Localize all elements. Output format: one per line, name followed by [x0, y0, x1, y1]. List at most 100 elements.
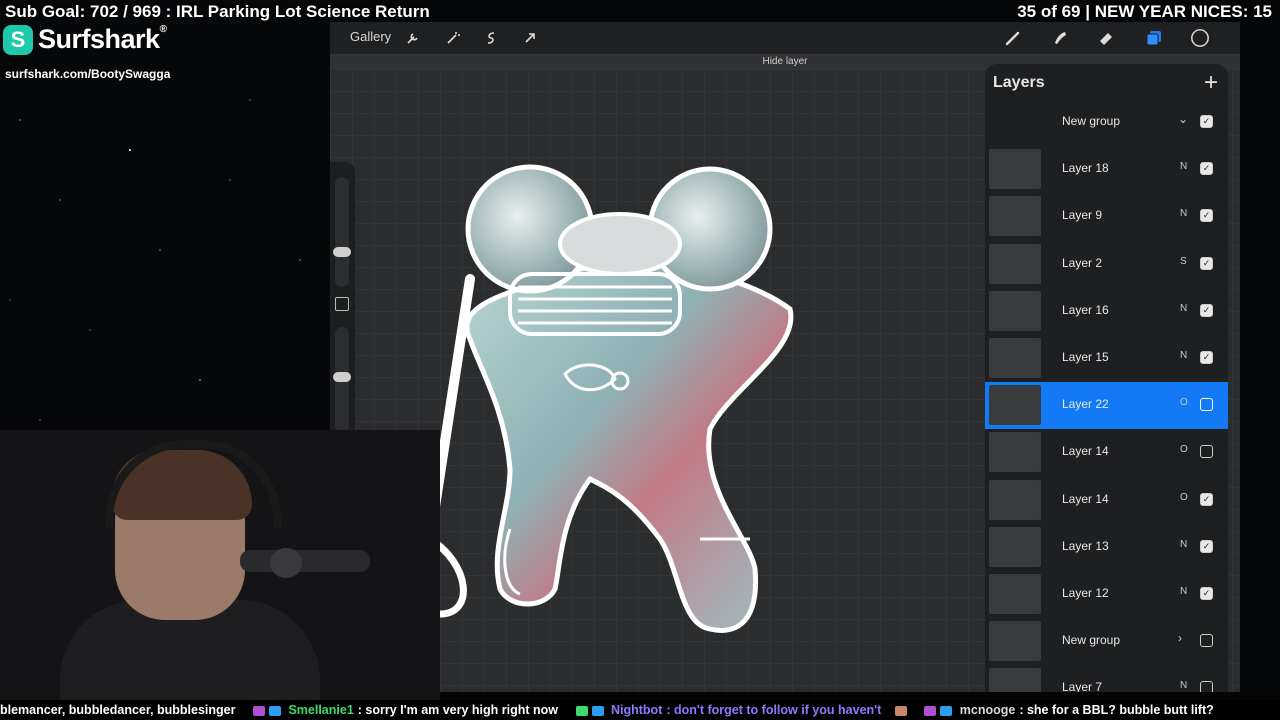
- layer-row[interactable]: Layer 15 N ✓: [985, 335, 1228, 382]
- layer-thumbnail[interactable]: [989, 432, 1041, 473]
- layer-thumbnail[interactable]: [989, 479, 1041, 520]
- layer-group-row[interactable]: New group ›: [985, 618, 1228, 665]
- eraser-icon[interactable]: [1096, 28, 1116, 48]
- layer-visibility-checkbox[interactable]: [1200, 634, 1213, 648]
- brush-size-slider[interactable]: [333, 177, 351, 287]
- add-layer-button[interactable]: +: [1204, 69, 1218, 97]
- layer-thumbnail[interactable]: [989, 196, 1041, 237]
- chat-user-1[interactable]: Smellanie1: [288, 703, 353, 717]
- layer-visibility-checkbox[interactable]: ✓: [1200, 115, 1213, 128]
- blend-mode[interactable]: N: [1180, 161, 1187, 172]
- layer-thumbnail[interactable]: [989, 668, 1041, 692]
- selection-icon[interactable]: [481, 28, 501, 48]
- layer-visibility-checkbox[interactable]: [1200, 445, 1213, 459]
- layer-name: Layer 14: [1062, 444, 1109, 459]
- chat-user-3[interactable]: mcnooge: [960, 703, 1016, 717]
- emote-icon: [894, 705, 907, 716]
- layer-name: New group: [1062, 633, 1121, 648]
- brush-icon[interactable]: [1003, 28, 1023, 48]
- layer-row[interactable]: Layer 7 N: [985, 665, 1228, 692]
- chat-ticker: blemancer, bubbledancer, bubblesinger Sm…: [0, 700, 1280, 720]
- layer-visibility-checkbox[interactable]: [1200, 681, 1213, 692]
- layer-row[interactable]: Layer 16 N ✓: [985, 288, 1228, 335]
- wrench-icon[interactable]: [403, 28, 423, 48]
- layer-name: Layer 14: [1062, 491, 1109, 506]
- prime-badge-icon: [940, 705, 953, 716]
- layer-name: New group: [1062, 114, 1121, 128]
- chevron-icon[interactable]: ⌄: [1178, 112, 1188, 126]
- blend-mode[interactable]: N: [1180, 680, 1187, 691]
- blend-mode[interactable]: N: [1180, 539, 1187, 550]
- magic-wand-icon[interactable]: [443, 28, 463, 48]
- modify-button[interactable]: [335, 297, 349, 311]
- size-knob[interactable]: [333, 247, 351, 257]
- sub-badge-icon: [252, 705, 265, 716]
- layer-row[interactable]: Layer 2 S ✓: [985, 241, 1228, 288]
- layers-icon[interactable]: [1144, 28, 1164, 48]
- sponsor-reg: ®: [159, 24, 167, 35]
- layer-visibility-checkbox[interactable]: ✓: [1200, 209, 1213, 223]
- layer-row[interactable]: Layer 13 N ✓: [985, 524, 1228, 571]
- sponsor-name: Surfshark: [38, 24, 160, 54]
- layer-name: Layer 22: [1062, 397, 1109, 412]
- blend-mode[interactable]: O: [1180, 397, 1188, 408]
- sub-goal-text: Sub Goal: 702 / 969 : IRL Parking Lot Sc…: [5, 2, 430, 21]
- layer-group-row[interactable]: New group ⌄ ✓: [985, 99, 1228, 146]
- layer-name: Layer 18: [1062, 161, 1109, 176]
- headset: [105, 440, 281, 528]
- layer-visibility-checkbox[interactable]: ✓: [1200, 303, 1213, 317]
- blend-mode[interactable]: N: [1180, 208, 1187, 219]
- surfshark-icon: S: [3, 24, 33, 55]
- chat-message-0: blemancer, bubbledancer, bubblesinger: [0, 703, 236, 717]
- counter-text: 35 of 69 | NEW YEAR NICES: 15: [1017, 2, 1272, 21]
- layer-thumbnail[interactable]: [989, 621, 1041, 662]
- opacity-knob[interactable]: [333, 372, 351, 382]
- bot-badge-icon: [591, 705, 604, 716]
- layer-row[interactable]: Layer 14 O ✓: [985, 477, 1228, 524]
- blend-mode[interactable]: N: [1180, 303, 1187, 314]
- chevron-icon[interactable]: ›: [1178, 631, 1182, 645]
- layer-name: Layer 12: [1062, 586, 1109, 600]
- layer-row[interactable]: Layer 12 N ✓: [985, 571, 1228, 618]
- layer-visibility-checkbox[interactable]: ✓: [1200, 539, 1213, 553]
- opacity-slider[interactable]: [333, 327, 351, 432]
- layer-visibility-checkbox[interactable]: [1200, 398, 1213, 412]
- sponsor-logo: S Surfshark®: [3, 24, 167, 55]
- sponsor-url: surfshark.com/BootySwagga: [5, 67, 171, 81]
- layer-thumbnail[interactable]: [989, 338, 1041, 378]
- layer-thumbnail[interactable]: [989, 149, 1041, 190]
- smudge-icon[interactable]: [1050, 28, 1070, 48]
- layer-visibility-checkbox[interactable]: ✓: [1200, 162, 1213, 176]
- blend-mode[interactable]: S: [1180, 256, 1187, 267]
- layer-name: Layer 16: [1062, 302, 1109, 317]
- layer-visibility-checkbox[interactable]: ✓: [1200, 351, 1213, 364]
- layer-thumbnail[interactable]: [989, 243, 1041, 284]
- layer-visibility-checkbox[interactable]: ✓: [1200, 256, 1213, 270]
- blend-mode[interactable]: N: [1180, 350, 1187, 361]
- layer-thumbnail[interactable]: [989, 526, 1041, 567]
- color-icon[interactable]: [1190, 28, 1210, 48]
- layer-thumbnail[interactable]: [989, 385, 1041, 426]
- gallery-button[interactable]: Gallery: [350, 29, 391, 44]
- layer-thumbnail[interactable]: [989, 574, 1041, 614]
- layer-row[interactable]: Layer 22 O: [985, 382, 1228, 430]
- chat-user-2[interactable]: Nightbot: [611, 703, 662, 717]
- layer-row[interactable]: Layer 9 N ✓: [985, 193, 1228, 240]
- layers-panel: Layers + New group ⌄ ✓ Layer 18 N ✓ Layer 9 N ✓ L…: [985, 64, 1228, 692]
- top-toolbar: Gallery: [330, 22, 1240, 54]
- blend-mode[interactable]: O: [1180, 492, 1188, 503]
- layer-thumbnail[interactable]: [989, 290, 1041, 331]
- layer-name: Layer 13: [1062, 538, 1109, 553]
- blend-mode[interactable]: N: [1180, 586, 1187, 597]
- chat-message-3: : she for a BBL? bubble butt lift?: [1019, 703, 1214, 717]
- layers-title: Layers: [993, 74, 1045, 91]
- chat-message-2: : don't forget to follow if you haven't: [666, 703, 882, 717]
- blend-mode[interactable]: O: [1180, 444, 1188, 455]
- prime-badge-icon: [268, 705, 281, 716]
- layer-visibility-checkbox[interactable]: ✓: [1200, 492, 1213, 506]
- layer-visibility-checkbox[interactable]: ✓: [1200, 587, 1213, 600]
- layer-row[interactable]: Layer 18 N ✓: [985, 146, 1228, 193]
- transform-arrow-icon[interactable]: [520, 28, 540, 48]
- layer-name: Layer 7: [1062, 680, 1103, 692]
- layer-row[interactable]: Layer 14 O: [985, 429, 1228, 476]
